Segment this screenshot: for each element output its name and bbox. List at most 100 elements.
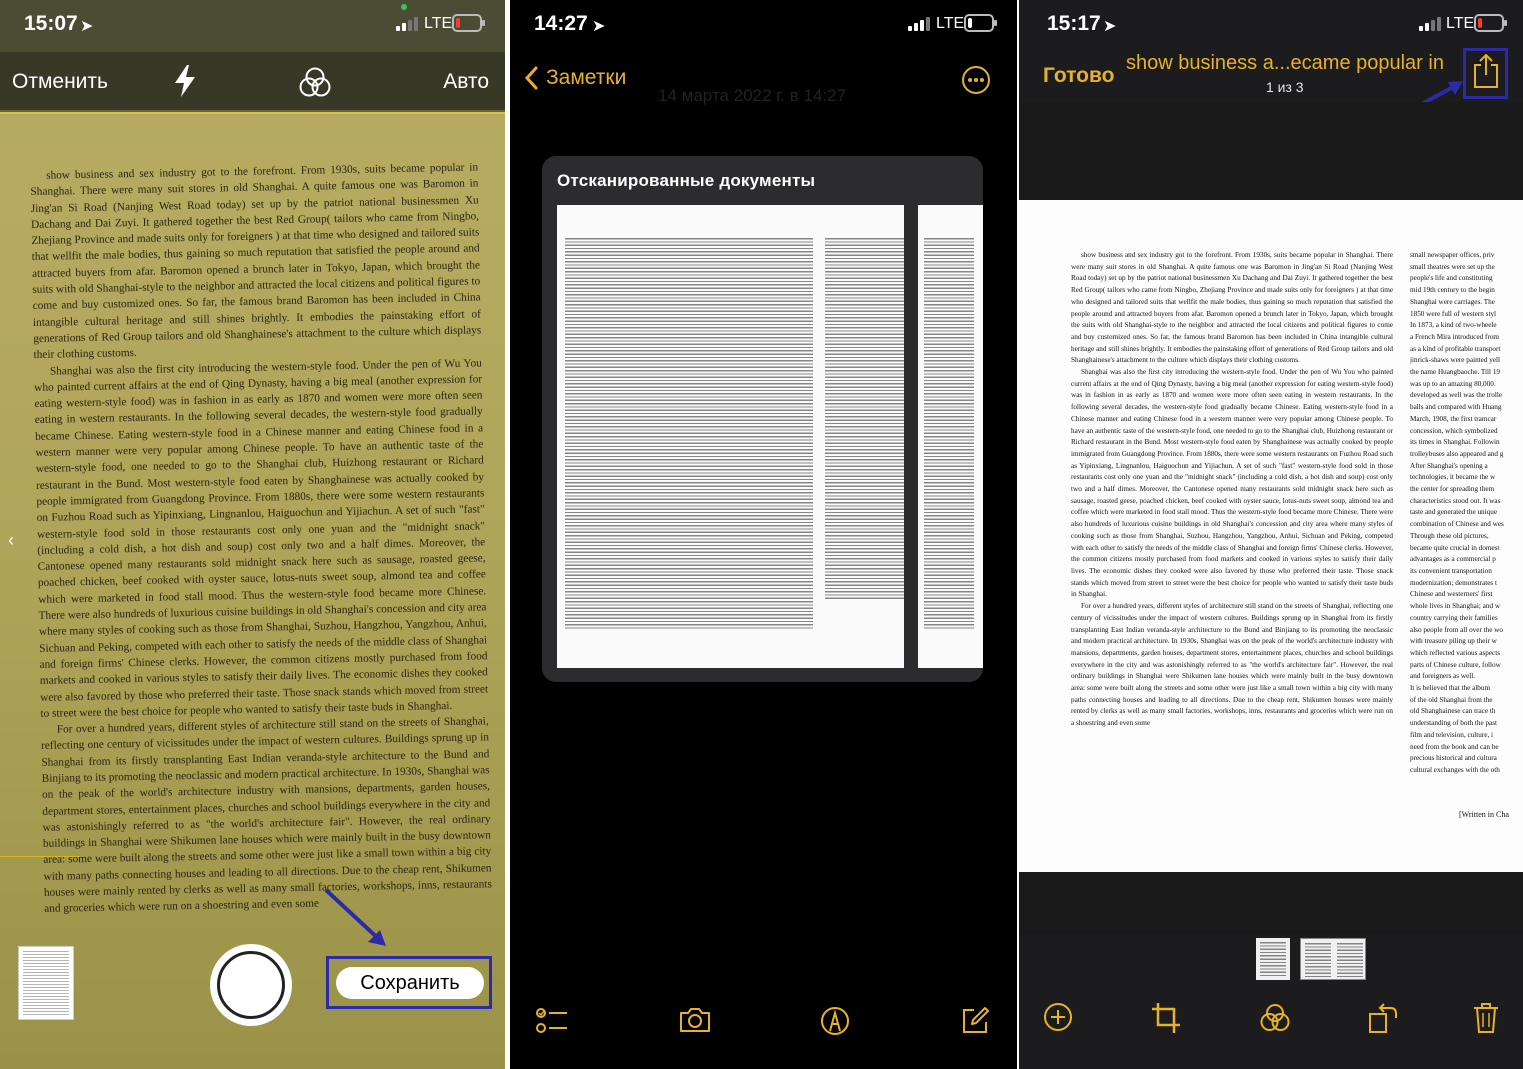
shutter-button[interactable] bbox=[210, 944, 292, 1026]
done-button[interactable]: Готово bbox=[1043, 64, 1114, 88]
save-button[interactable]: Сохранить bbox=[336, 967, 484, 999]
network-type: LTE bbox=[936, 15, 965, 32]
page-column-line: country carrying their families bbox=[1410, 613, 1498, 622]
page-thumbnail[interactable] bbox=[1256, 938, 1290, 980]
page-column-line: characteristics stood out. It was bbox=[1410, 496, 1501, 505]
signal-icon bbox=[396, 17, 418, 31]
back-label: Заметки bbox=[546, 66, 627, 89]
page-signature: [Written in Cha bbox=[1459, 810, 1509, 819]
page-column-line: its convenient transportation bbox=[1410, 566, 1492, 575]
network-type: LTE bbox=[1446, 15, 1475, 32]
page-right-column: small newspaper offices, priv small theat… bbox=[1410, 250, 1523, 777]
rotate-icon[interactable] bbox=[1367, 1002, 1399, 1034]
camera-icon[interactable] bbox=[678, 1006, 712, 1034]
page-column-line: mid 19th century to the begin bbox=[1410, 286, 1495, 295]
page-column-line: people's life and constituting bbox=[1410, 274, 1493, 283]
page-column-line: March, 1908, the first tramcar bbox=[1410, 414, 1497, 423]
page-paragraph: For over a hundred years, different styl… bbox=[1071, 602, 1393, 728]
filters-icon[interactable] bbox=[298, 66, 332, 98]
crop-icon[interactable] bbox=[1151, 1002, 1181, 1034]
signal-icon bbox=[1419, 17, 1441, 31]
page-column-line: jinrick-shaws were painted yell bbox=[1410, 356, 1501, 365]
page-column-line: which reflected various aspects bbox=[1410, 648, 1501, 657]
page-column-line: its times in Shanghai. Followin bbox=[1410, 438, 1500, 447]
document-paragraph: For over a hundred years, different styl… bbox=[40, 715, 492, 916]
note-date: 14 марта 2022 г. в 14:27 bbox=[658, 86, 847, 105]
page-column-line: need from the book and can be bbox=[1410, 742, 1499, 751]
page-column-line: as a kind of profitable transport bbox=[1410, 344, 1501, 353]
page-column-line: precious historical and cultura bbox=[1410, 754, 1497, 763]
compose-icon[interactable] bbox=[960, 1006, 990, 1036]
page-thumbnail-selected[interactable] bbox=[1300, 938, 1366, 980]
document-title: show business a...ecame popular in bbox=[1126, 52, 1444, 74]
page-column-line: of the old Shanghai from the bbox=[1410, 695, 1493, 704]
location-arrow-icon: ➤ bbox=[592, 18, 606, 35]
page-column-line: small newspaper offices, priv bbox=[1410, 251, 1495, 259]
page-counter: 1 из 3 bbox=[1266, 79, 1304, 95]
page-column-line: Through these old pictures, bbox=[1410, 531, 1489, 540]
page-thumbnails bbox=[1256, 938, 1366, 980]
checklist-icon[interactable] bbox=[536, 1006, 568, 1036]
share-icon[interactable] bbox=[1473, 53, 1499, 89]
filters-icon[interactable] bbox=[1259, 1002, 1291, 1034]
chevron-left-icon: ‹ bbox=[8, 530, 14, 550]
page-column-line: a French Mira introduced from bbox=[1410, 332, 1500, 341]
page-column-line: modernization; demonstrates t bbox=[1410, 578, 1498, 587]
page-column-line: and foreigners as well. bbox=[1410, 672, 1476, 681]
page-column-line: film and television, culture, i bbox=[1410, 730, 1494, 739]
add-page-icon[interactable] bbox=[1043, 1002, 1073, 1032]
document-paragraph: show business and sex industry got to th… bbox=[30, 161, 482, 362]
scan-thumbnail[interactable] bbox=[18, 946, 74, 1020]
status-bar: 15:07 ➤ LTE bbox=[0, 0, 505, 50]
scanner-camera-screen: show business and sex industry got to th… bbox=[0, 0, 505, 1069]
page-column-line: 1850 were full of western styl bbox=[1410, 309, 1497, 318]
trash-icon[interactable] bbox=[1473, 1002, 1499, 1034]
page-column-line: concession, which symbolized bbox=[1410, 426, 1498, 435]
scanned-page-thumbnail[interactable] bbox=[918, 205, 983, 668]
page-column-line: combination of Chinese and wes bbox=[1410, 520, 1504, 529]
battery-icon bbox=[1474, 14, 1507, 32]
status-bar: 14:27 ➤ LTE bbox=[510, 0, 1017, 50]
page-column-line: trolleybuses also appeared and g bbox=[1410, 449, 1504, 458]
auto-mode-button[interactable]: Авто bbox=[443, 70, 489, 94]
page-column-line: became quite crucial in domest bbox=[1410, 543, 1500, 552]
status-time: 15:17 bbox=[1047, 12, 1101, 35]
flash-icon[interactable] bbox=[172, 64, 198, 98]
page-column-line: developed as well was the trolle bbox=[1410, 391, 1503, 400]
page-column-line: cultural exchanges with the oth bbox=[1410, 765, 1500, 774]
battery-icon bbox=[452, 14, 485, 32]
document-paragraph: Shanghai was also the first city introdu… bbox=[34, 356, 489, 720]
page-column-line: Chinese and westerners' first bbox=[1410, 590, 1493, 599]
page-column-line: parts of Chinese culture, follow bbox=[1410, 660, 1501, 669]
detection-edge-line bbox=[0, 856, 80, 857]
chevron-left-icon bbox=[524, 66, 538, 90]
page-column-line: the center for spreading them bbox=[1410, 485, 1495, 494]
page-column-line: the name Huangbaoche. Till 19 bbox=[1410, 368, 1501, 377]
page-column-line: small theatres were set up the bbox=[1410, 262, 1495, 271]
page-column-line: technologies, it became the w bbox=[1410, 473, 1496, 482]
network-type: LTE bbox=[424, 15, 453, 32]
document-viewer-screen: 15:17 ➤ LTE Готово show business a...eca… bbox=[1019, 0, 1523, 1069]
scanned-page-thumbnail[interactable] bbox=[557, 205, 904, 668]
document-text: show business and sex industry got to th… bbox=[30, 159, 492, 917]
more-options-icon[interactable] bbox=[961, 65, 991, 95]
page-text: show business and sex industry got to th… bbox=[1071, 250, 1393, 730]
page-column-line: advantages as a commercial p bbox=[1410, 555, 1496, 564]
page-column-line: understanding of both the past bbox=[1410, 719, 1498, 728]
card-title: Отсканированные документы bbox=[557, 171, 816, 190]
markup-icon[interactable] bbox=[820, 1006, 850, 1036]
scanned-documents-card[interactable]: Отсканированные документы bbox=[542, 156, 983, 682]
page-column-line: It is believed that the album bbox=[1410, 684, 1491, 693]
page-column-line: Shanghai were carriages. The bbox=[1410, 297, 1495, 306]
camera-indicator bbox=[401, 4, 407, 10]
note-screen: 14:27 ➤ LTE Заметки 14 марта 2022 г. в 1… bbox=[510, 0, 1017, 1069]
scanned-page[interactable]: show business and sex industry got to th… bbox=[1019, 200, 1523, 872]
back-to-notes-button[interactable]: Заметки bbox=[524, 66, 626, 90]
page-column-line: In 1873, a kind of two-wheele bbox=[1410, 321, 1497, 330]
page-column-line: taste and generated the unique bbox=[1410, 508, 1498, 517]
status-time: 15:07 bbox=[24, 12, 78, 35]
page-paragraph: show business and sex industry got to th… bbox=[1071, 251, 1393, 365]
cancel-button[interactable]: Отменить bbox=[12, 70, 108, 94]
page-column-line: whole lives in Shanghai; and w bbox=[1410, 602, 1501, 611]
page-column-line: was up to an amazing 80,000. bbox=[1410, 379, 1496, 388]
